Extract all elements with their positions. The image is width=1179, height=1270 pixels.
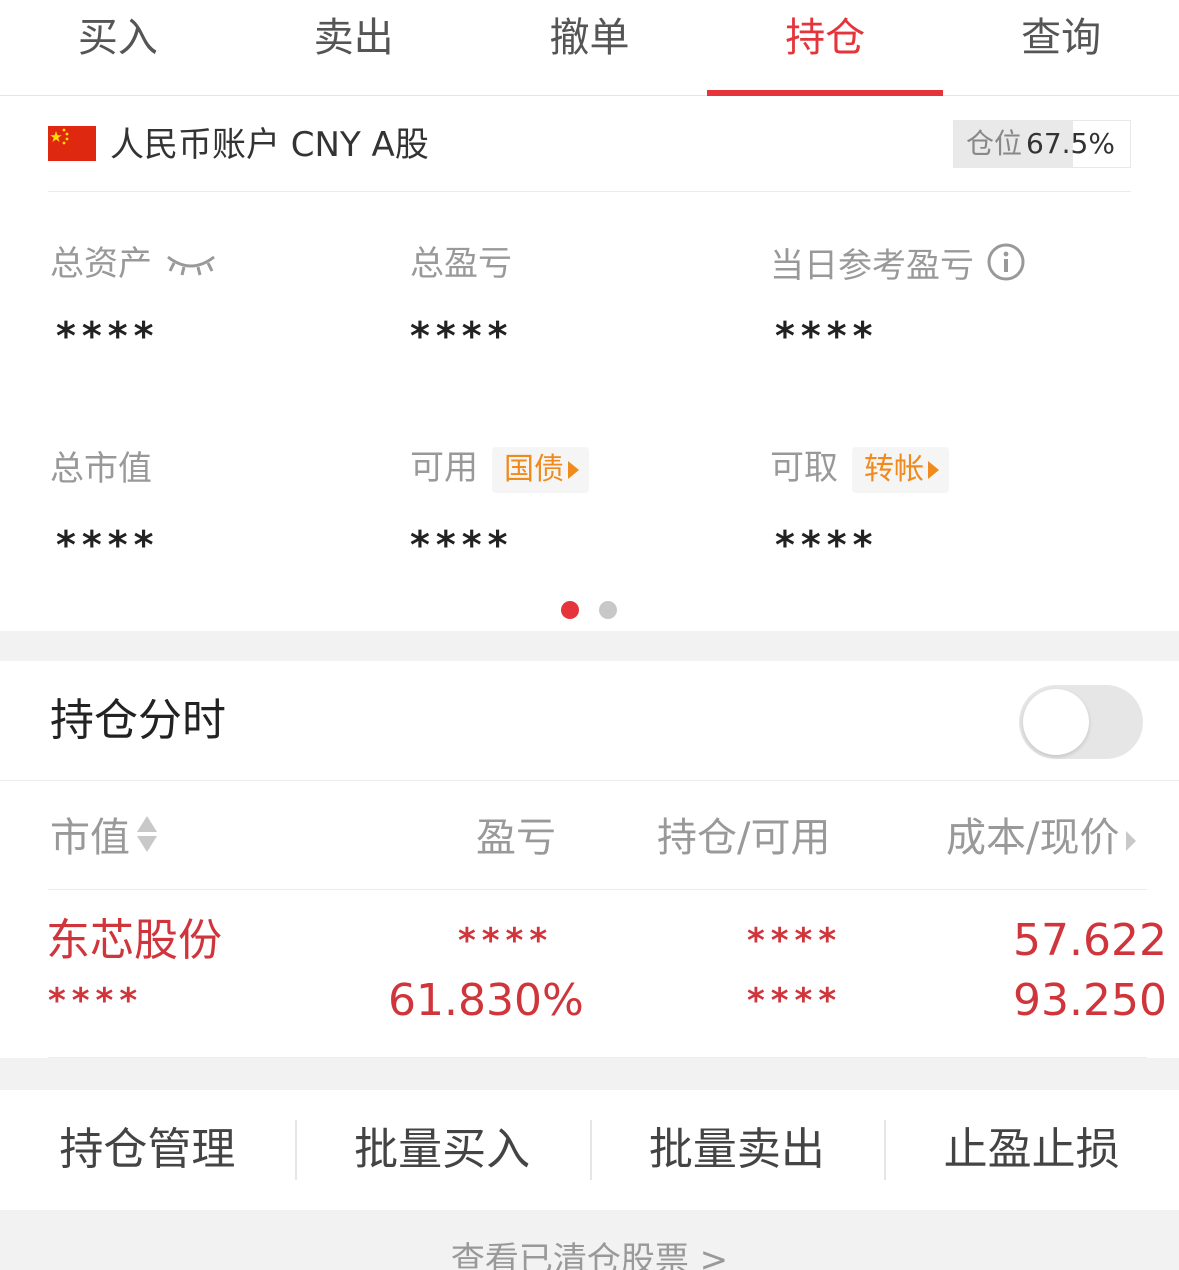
holding-management-button[interactable]: 持仓管理	[0, 1120, 295, 1180]
china-flag-icon	[48, 126, 96, 161]
sort-icon[interactable]	[136, 814, 158, 867]
header-cost-price[interactable]: 成本/现价	[946, 812, 1137, 866]
daily-pl-label: 当日参考盈亏	[770, 242, 1026, 293]
toggle-knob	[1023, 689, 1089, 755]
caret-right-icon	[928, 461, 939, 479]
stock-pl-amount: ****	[458, 921, 554, 961]
account-name[interactable]: 人民币账户 CNY A股	[110, 122, 429, 168]
total-assets-value: ****	[56, 314, 160, 358]
page-dot-1[interactable]	[561, 601, 579, 619]
tab-sell[interactable]: 卖出	[236, 0, 472, 95]
header-market-value-text: 市值	[50, 815, 130, 861]
caret-right-icon	[568, 461, 579, 479]
total-assets-label: 总资产	[50, 242, 218, 288]
tab-buy[interactable]: 买入	[0, 0, 236, 95]
page-indicator	[561, 601, 617, 619]
stock-price: 93.250	[1013, 975, 1167, 1026]
position-ratio-badge: 仓位 67.5%	[953, 120, 1131, 168]
holding-timeshare-row: 持仓分时	[0, 661, 1179, 781]
stock-name[interactable]: 东芯股份	[46, 915, 222, 967]
total-assets-text: 总资产	[50, 244, 152, 284]
holding-timeshare-toggle[interactable]	[1019, 685, 1143, 759]
eye-closed-icon[interactable]	[164, 244, 218, 288]
trade-tabs: 买入 卖出 撤单 持仓 查询	[0, 0, 1179, 96]
section-divider	[0, 1058, 1179, 1090]
stock-pl-percent: 61.830%	[388, 975, 584, 1026]
tab-query[interactable]: 查询	[943, 0, 1179, 95]
treasury-bond-chip-label: 国债	[504, 451, 564, 487]
section-divider	[0, 631, 1179, 661]
withdrawable-value: ****	[775, 523, 879, 567]
tab-cancel-order[interactable]: 撤单	[472, 0, 708, 95]
available-label: 可用 国债	[410, 446, 589, 493]
action-bar: 持仓管理 批量买入 批量卖出 止盈止损	[0, 1090, 1179, 1210]
footer-band: 查看已清仓股票 >	[0, 1210, 1179, 1270]
view-cleared-stocks-link[interactable]: 查看已清仓股票 >	[0, 1238, 1179, 1270]
daily-pl-value: ****	[775, 314, 879, 358]
holding-timeshare-title: 持仓分时	[50, 695, 226, 746]
available-text: 可用	[410, 448, 478, 488]
header-pl[interactable]: 盈亏	[476, 812, 556, 864]
header-cost-price-text: 成本/现价	[946, 815, 1120, 861]
stock-holding: ****	[747, 921, 843, 961]
total-pl-label: 总盈亏	[410, 244, 512, 284]
transfer-chip[interactable]: 转帐	[852, 446, 949, 493]
batch-sell-button[interactable]: 批量卖出	[589, 1120, 885, 1180]
stock-market-value: ****	[48, 981, 144, 1021]
header-market-value[interactable]: 市值	[50, 812, 158, 867]
take-profit-stop-loss-button[interactable]: 止盈止损	[884, 1120, 1179, 1180]
market-value-value: ****	[56, 523, 160, 567]
position-label: 仓位	[966, 127, 1023, 160]
tab-holdings[interactable]: 持仓	[707, 0, 943, 95]
stock-available: ****	[747, 981, 843, 1021]
available-value: ****	[410, 523, 514, 567]
stock-cost: 57.622	[1013, 915, 1167, 966]
chevron-right-icon[interactable]	[1125, 814, 1137, 866]
batch-buy-button[interactable]: 批量买入	[294, 1120, 590, 1180]
info-icon[interactable]	[986, 242, 1026, 293]
daily-pl-text: 当日参考盈亏	[770, 246, 974, 286]
total-pl-value: ****	[410, 314, 514, 358]
account-header: 人民币账户 CNY A股 仓位 67.5%	[48, 118, 1131, 192]
header-divider	[48, 889, 1147, 890]
treasury-bond-chip[interactable]: 国债	[492, 446, 589, 493]
position-value: 67.5%	[1026, 127, 1115, 160]
withdrawable-text: 可取	[770, 448, 838, 488]
market-value-label: 总市值	[50, 449, 152, 489]
header-holding-available[interactable]: 持仓/可用	[657, 812, 830, 864]
transfer-chip-label: 转帐	[864, 451, 924, 487]
page-dot-2[interactable]	[599, 601, 617, 619]
withdrawable-label: 可取 转帐	[770, 446, 949, 493]
